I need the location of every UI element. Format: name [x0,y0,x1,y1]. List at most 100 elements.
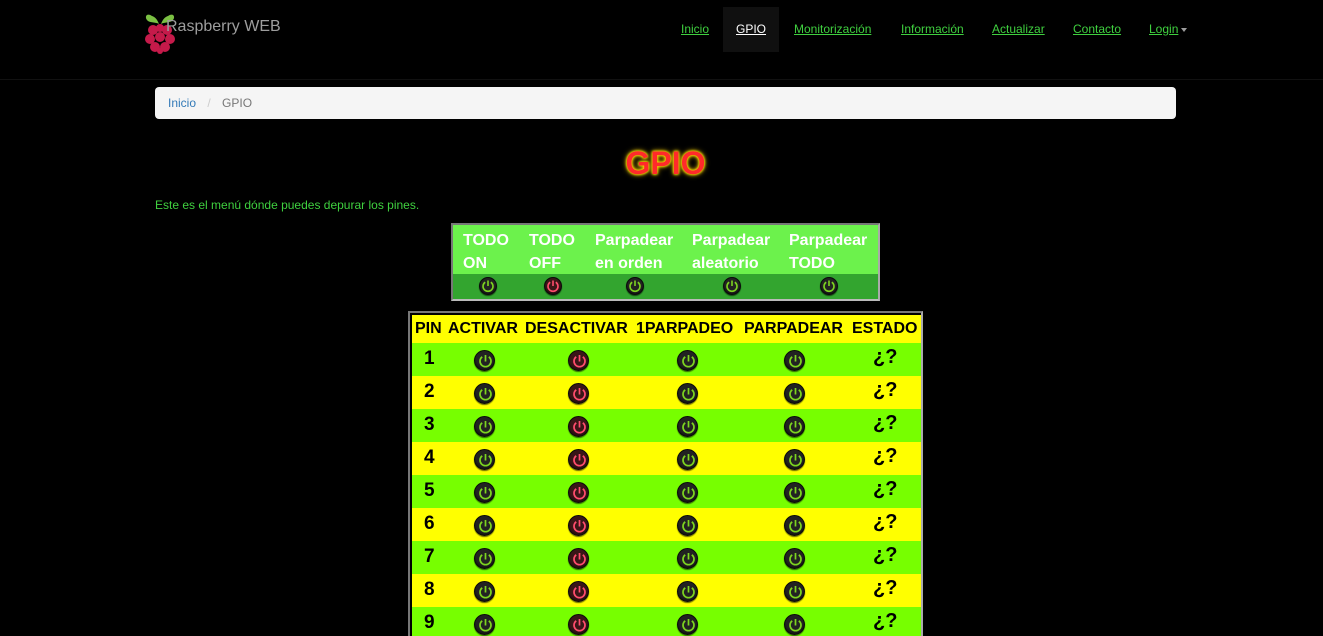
page-title: GPIO [625,145,706,181]
power-icon [547,280,559,293]
breadcrumb-home-link[interactable]: Inicio [168,96,196,110]
blink-order-power-button[interactable] [626,277,644,295]
breadcrumb-separator: / [207,96,211,110]
all-pins-panel: TODO ON TODO OFF Parpadear en orden Parpade… [451,223,880,301]
power-icon [573,619,586,632]
desactivar-button[interactable] [568,482,589,503]
nav-item-monitorizacion[interactable]: Monitorización [781,7,884,52]
activar-button[interactable] [474,581,495,602]
power-icon [682,520,695,533]
activar-button[interactable] [474,383,495,404]
parpadear-button[interactable] [784,581,805,602]
chevron-down-icon [1181,27,1188,32]
1parpadeo-button[interactable] [677,515,698,536]
power-icon [789,421,802,434]
parpadear-button[interactable] [784,416,805,437]
pin-table-header: PIN ACTIVAR DESACTIVAR 1PARPADEO PARPADE… [412,315,921,343]
pin-number: 3 [424,414,435,435]
pin-status: ¿? [873,379,898,401]
page-intro: Este es el menú dónde puedes depurar los… [155,198,420,212]
desactivar-button[interactable] [568,449,589,470]
desactivar-button[interactable] [568,416,589,437]
parpadear-todo-header: Parpadear TODO [789,229,867,275]
nav-item-login[interactable]: Login [1136,7,1200,52]
parpadear-button[interactable] [784,350,805,371]
nav-item-contacto[interactable]: Contacto [1060,7,1134,52]
todo-on-header: TODO ON [463,229,509,275]
power-icon [682,388,695,401]
blink-all-power-button[interactable] [820,277,838,295]
blink-random-power-button[interactable] [723,277,741,295]
pin-number: 5 [424,480,435,501]
pin-number: 2 [424,381,435,402]
power-icon [789,586,802,599]
parpadear-button[interactable] [784,383,805,404]
parpadear-button[interactable] [784,515,805,536]
nav-item-actualizar[interactable]: Actualizar [979,7,1058,52]
parpadear-orden-line2: en orden [595,255,663,272]
todo-on-line2: ON [463,255,487,272]
parpadear-orden-line1: Parpadear [595,232,674,249]
activar-button[interactable] [474,482,495,503]
1parpadeo-button[interactable] [677,350,698,371]
pin-status: ¿? [873,412,898,434]
power-icon [682,619,695,632]
pin-number: 9 [424,612,435,633]
1parpadeo-button[interactable] [677,416,698,437]
power-icon [682,487,695,500]
desactivar-button[interactable] [568,614,589,635]
1parpadeo-button[interactable] [677,383,698,404]
brand-title: Raspberry WEB [166,18,281,35]
power-icon [573,355,586,368]
login-label: Login [1149,22,1179,36]
power-icon [479,421,492,434]
power-icon [789,487,802,500]
table-row: 2 ¿? [412,376,921,409]
table-row: 9 ¿? [412,607,921,636]
1parpadeo-button[interactable] [677,449,698,470]
power-icon [573,553,586,566]
desactivar-button[interactable] [568,581,589,602]
nav-item-gpio[interactable]: GPIO [723,7,780,52]
1parpadeo-button[interactable] [677,581,698,602]
power-icon [682,586,695,599]
power-icon [479,553,492,566]
all-off-power-button[interactable] [544,277,562,295]
parpadear-button[interactable] [784,548,805,569]
parpadear-aleatorio-line1: Parpadear [692,232,771,249]
desactivar-button[interactable] [568,383,589,404]
desactivar-button[interactable] [568,548,589,569]
navbar: Raspberry WEB Inicio GPIO Monitorización… [0,0,1323,80]
pin-status: ¿? [873,478,898,500]
power-icon [823,280,835,293]
table-row: 7 ¿? [412,541,921,574]
header-desactivar: DESACTIVAR [525,320,628,337]
activar-button[interactable] [474,350,495,371]
activar-button[interactable] [474,449,495,470]
table-row: 1 ¿? [412,343,921,376]
activar-button[interactable] [474,515,495,536]
activar-button[interactable] [474,614,495,635]
power-icon [789,553,802,566]
parpadear-button[interactable] [784,449,805,470]
power-icon [789,520,802,533]
parpadear-todo-line2: TODO [789,255,835,272]
parpadear-button[interactable] [784,482,805,503]
nav-item-informacion[interactable]: Información [888,7,977,52]
parpadear-aleatorio-header: Parpadear aleatorio [692,229,770,275]
parpadear-button[interactable] [784,614,805,635]
activar-button[interactable] [474,548,495,569]
activar-button[interactable] [474,416,495,437]
1parpadeo-button[interactable] [677,614,698,635]
all-on-power-button[interactable] [479,277,497,295]
1parpadeo-button[interactable] [677,548,698,569]
nav-item-inicio[interactable]: Inicio [668,7,722,52]
1parpadeo-button[interactable] [677,482,698,503]
parpadear-todo-line1: Parpadear [789,232,868,249]
desactivar-button[interactable] [568,515,589,536]
power-icon [573,454,586,467]
power-icon [479,355,492,368]
desactivar-button[interactable] [568,350,589,371]
pin-status: ¿? [873,544,898,566]
power-icon [789,388,802,401]
